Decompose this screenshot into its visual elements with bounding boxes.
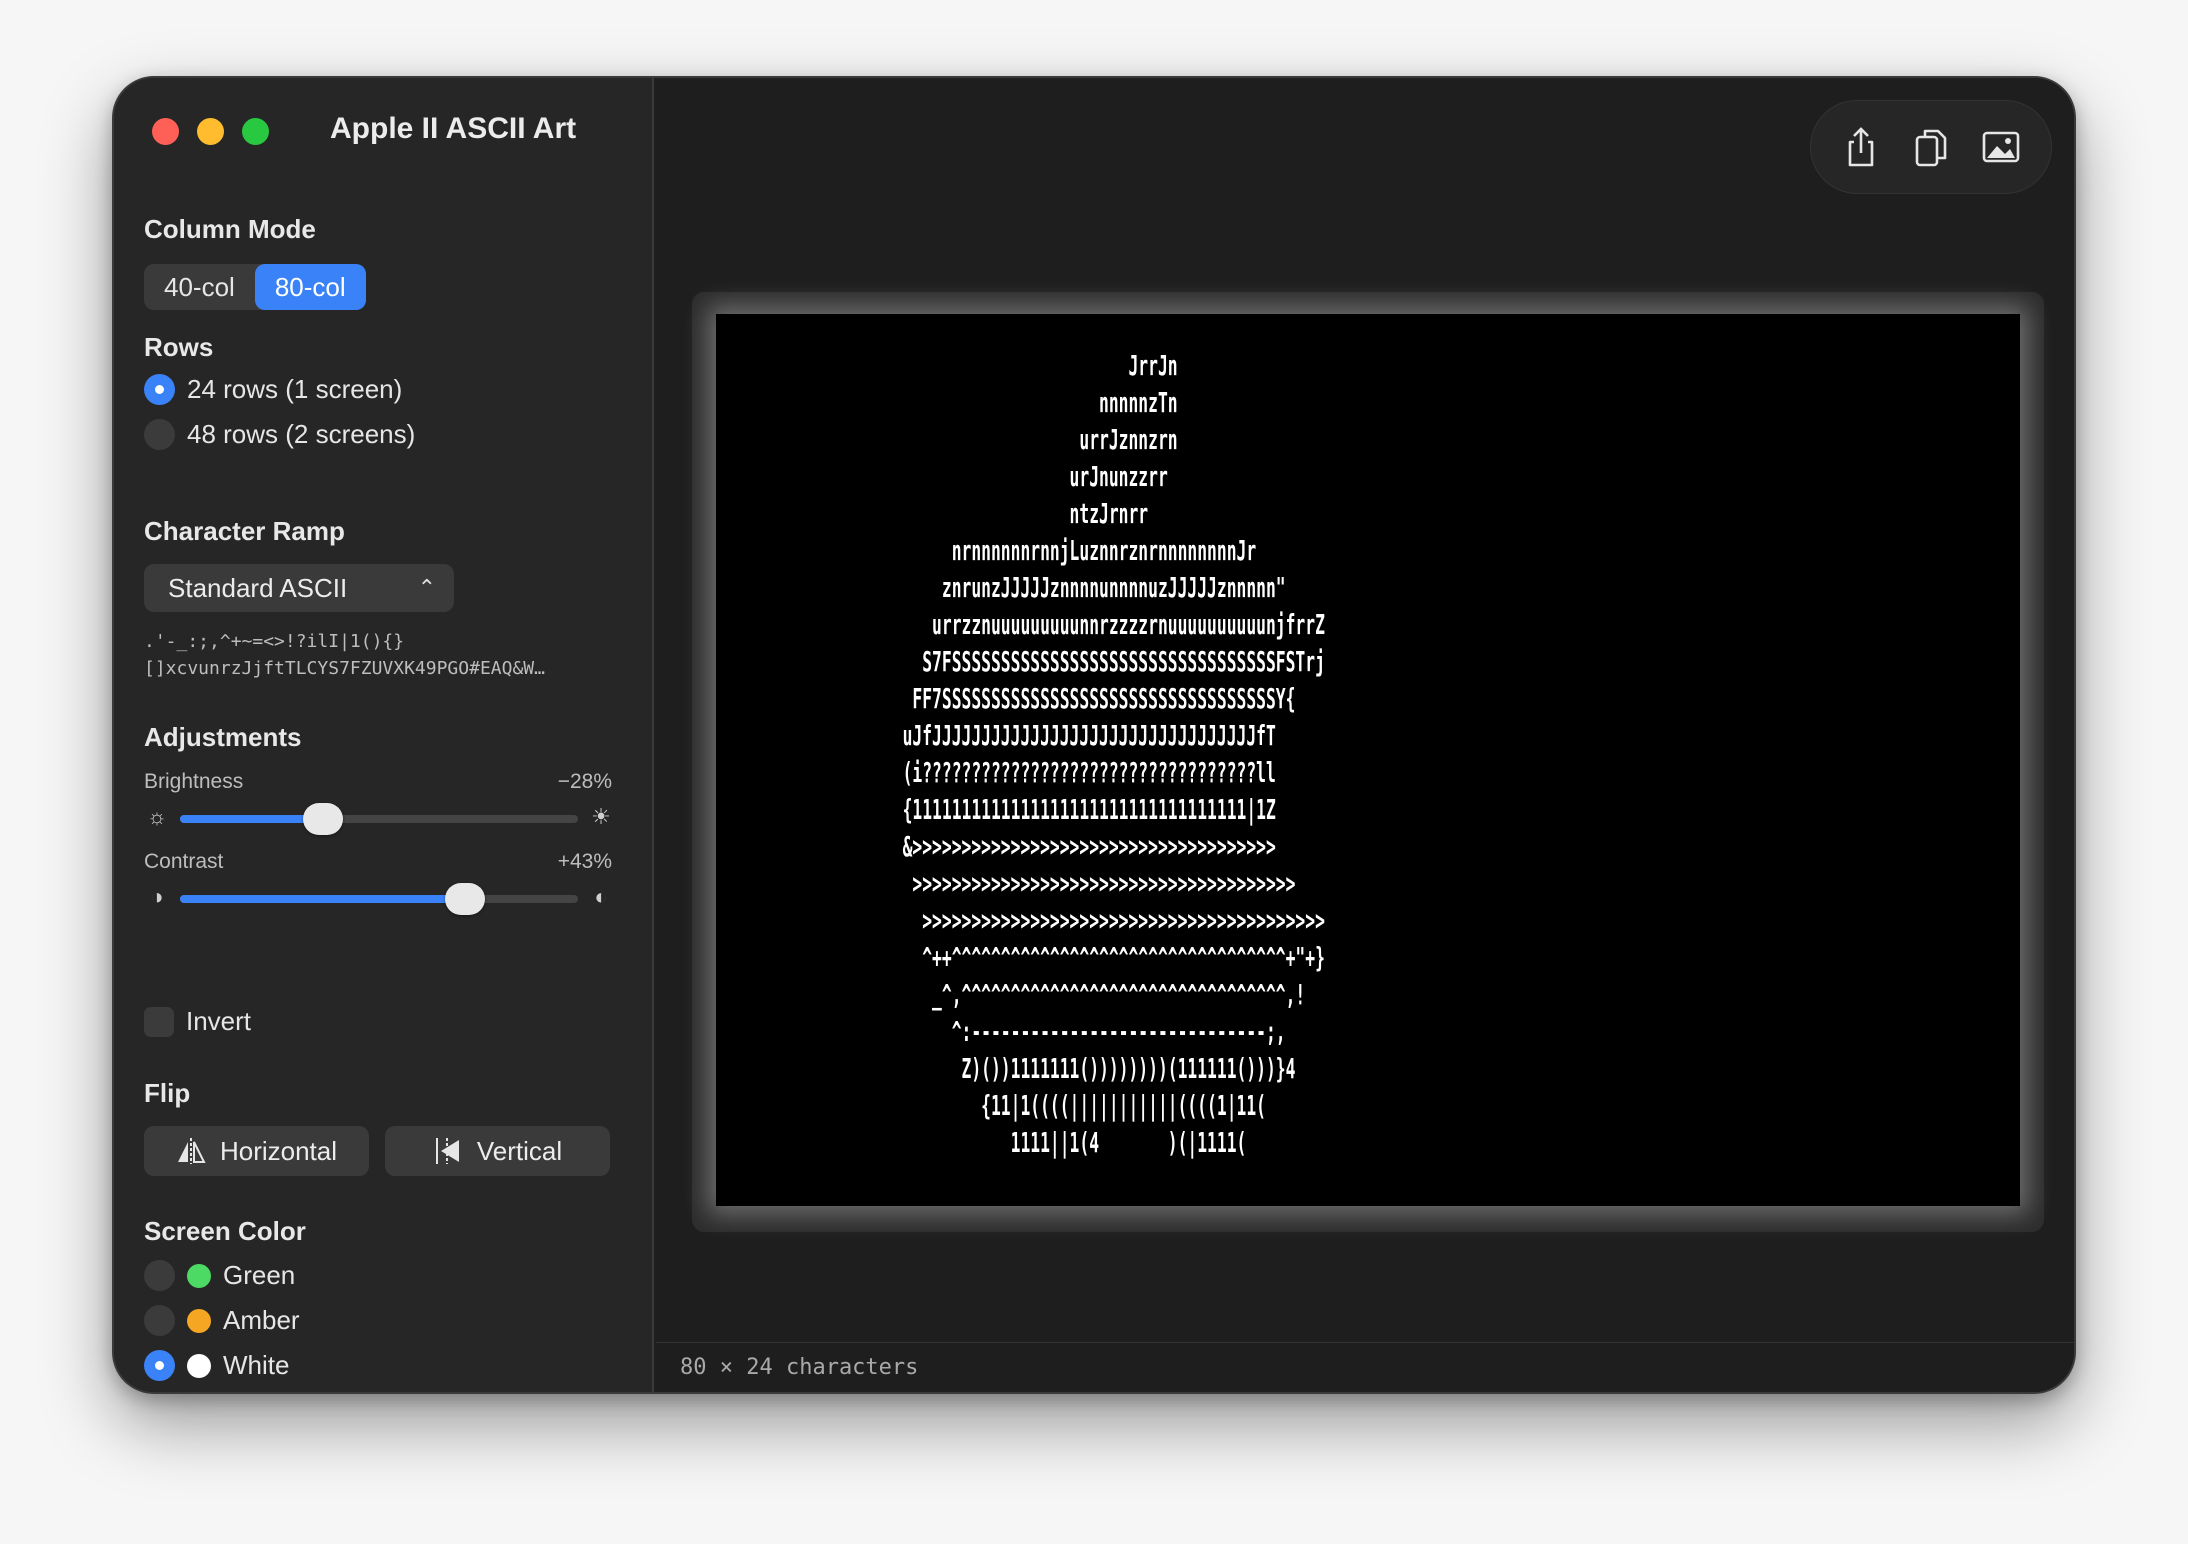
contrast-high-icon: ◐: [594, 884, 608, 909]
color-swatch-icon: [187, 1308, 211, 1333]
crt-bezel: JrrJn nnnnnzTn urrJznnzrn urJnunzzrr ntz…: [692, 292, 2044, 1232]
rows-option-label: 24 rows (1 screen): [187, 374, 403, 404]
sidebar: Apple II ASCII Art Column Mode 40-col 80…: [114, 78, 654, 1392]
invert-label: Invert: [186, 1006, 252, 1036]
brightness-value: −28%: [557, 770, 612, 793]
invert-toggle[interactable]: Invert: [144, 1006, 251, 1037]
adjustments-title: Adjustments: [144, 722, 302, 752]
sun-small-icon: ☼: [146, 804, 168, 829]
screen-color-option-green[interactable]: Green: [144, 1260, 295, 1291]
contrast-slider[interactable]: ◑ ◐: [144, 878, 614, 918]
flip-vertical-label: Vertical: [476, 1135, 563, 1166]
character-ramp-select[interactable]: Standard ASCII ⌃: [144, 564, 454, 612]
screen-color-title: Screen Color: [144, 1216, 306, 1246]
radio-selected-icon[interactable]: [144, 374, 175, 405]
character-ramp-title: Character Ramp: [144, 516, 345, 546]
rows-option-label: 48 rows (2 screens): [187, 419, 416, 449]
radio-selected-icon[interactable]: [144, 1350, 175, 1381]
ramp-preview-line: []xcvunrzJjftTLCYS7FZUVXK49PGO#EAQ&W…: [144, 658, 545, 679]
column-mode-segmented-control: 40-col 80-col: [144, 264, 366, 310]
character-count-status: 80 × 24 characters: [680, 1355, 919, 1380]
column-mode-title: Column Mode: [144, 214, 316, 244]
color-swatch-icon: [187, 1353, 211, 1378]
rows-title: Rows: [144, 332, 214, 362]
app-title: Apple II ASCII Art: [330, 112, 577, 145]
screen-color-label: White: [223, 1350, 290, 1380]
rows-option-48[interactable]: 48 rows (2 screens): [144, 419, 415, 450]
character-ramp-preview: .'-_:;,^+~=<>!?ilI|1(){} []xcvunrzJjftTL…: [144, 628, 614, 682]
toolbar: [1810, 100, 2052, 194]
zoom-window-button[interactable]: [242, 118, 269, 145]
contrast-value: +43%: [557, 850, 612, 873]
slider-fill: [180, 895, 465, 903]
image-icon[interactable]: [1981, 125, 2021, 169]
invert-checkbox[interactable]: [144, 1006, 174, 1037]
minimize-window-button[interactable]: [197, 118, 224, 145]
screen-color-option-white[interactable]: White: [144, 1350, 289, 1381]
copy-icon[interactable]: [1911, 125, 1951, 169]
screen-color-option-amber[interactable]: Amber: [144, 1305, 300, 1336]
rows-option-24[interactable]: 24 rows (1 screen): [144, 374, 402, 405]
radio-unselected-icon[interactable]: [144, 419, 175, 450]
screen-color-label: Amber: [223, 1305, 300, 1335]
column-mode-40-col[interactable]: 40-col: [144, 264, 255, 310]
sun-large-icon: ☀: [591, 804, 611, 829]
window-controls: [152, 118, 269, 145]
flip-horizontal-label: Horizontal: [219, 1135, 338, 1166]
flip-horizontal-icon: [177, 1138, 206, 1164]
chevron-up-down-icon: ⌃: [417, 575, 436, 600]
flip-horizontal-button[interactable]: Horizontal: [144, 1126, 369, 1176]
main-content: JrrJn nnnnnzTn urrJznnzrn urJnunzzrr ntz…: [656, 78, 2074, 1392]
flip-vertical-icon: [435, 1138, 459, 1164]
radio-unselected-icon[interactable]: [144, 1305, 175, 1336]
flip-vertical-button[interactable]: Vertical: [385, 1126, 610, 1176]
screen-color-label: Green: [223, 1260, 296, 1290]
brightness-slider[interactable]: ☼ ☀: [144, 798, 614, 838]
app-window: Apple II ASCII Art Column Mode 40-col 80…: [112, 76, 2076, 1394]
radio-unselected-icon[interactable]: [144, 1260, 175, 1291]
ramp-preview-line: .'-_:;,^+~=<>!?ilI|1(){}: [144, 631, 405, 652]
ascii-art-output: JrrJn nnnnnzTn urrJznnzrn urJnunzzrr ntz…: [902, 351, 1325, 1159]
color-swatch-icon: [187, 1263, 211, 1288]
column-mode-80-col[interactable]: 80-col: [254, 264, 366, 310]
character-ramp-selected: Standard ASCII: [168, 573, 348, 603]
flip-title: Flip: [144, 1078, 191, 1108]
brightness-label: Brightness: [144, 770, 244, 793]
slider-track[interactable]: [180, 803, 578, 835]
close-window-button[interactable]: [152, 118, 179, 145]
share-icon[interactable]: [1841, 125, 1881, 169]
ascii-preview-screen: JrrJn nnnnnzTn urrJznnzrn urJnunzzrr ntz…: [716, 314, 2020, 1206]
slider-knob[interactable]: [303, 803, 344, 835]
contrast-low-icon: ◑: [150, 884, 164, 909]
status-bar: 80 × 24 characters: [656, 1342, 2074, 1392]
slider-track[interactable]: [180, 883, 578, 915]
slider-fill: [180, 815, 324, 823]
slider-knob[interactable]: [444, 883, 485, 915]
contrast-label: Contrast: [144, 850, 224, 873]
